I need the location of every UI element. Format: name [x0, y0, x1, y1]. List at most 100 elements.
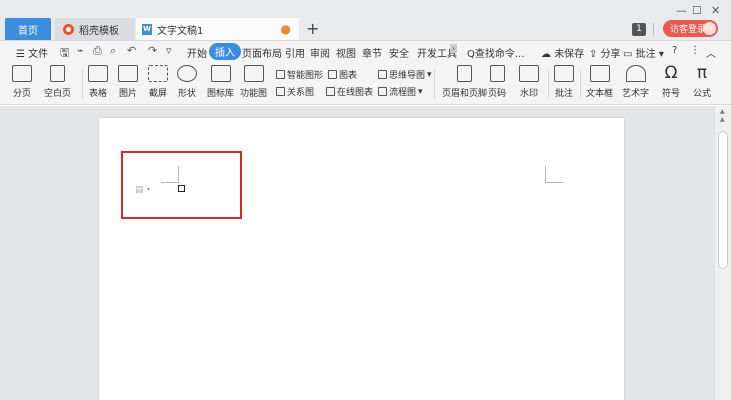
shape-label: 形状 — [177, 89, 196, 99]
blank-page-button[interactable]: 空白页 — [44, 65, 71, 99]
picture-button[interactable]: 图片 — [118, 65, 138, 99]
margin-corner-mark — [545, 182, 563, 183]
print-preview-icon[interactable]: ⌕ — [110, 44, 116, 58]
search-command[interactable]: Q查找命令... — [467, 45, 524, 60]
pi-icon: π — [696, 63, 708, 83]
new-tab-button[interactable]: + — [306, 19, 319, 38]
undo-icon[interactable]: ↶ — [127, 44, 136, 57]
chart-label: 图表 — [339, 71, 358, 81]
header-footer-label: 页眉和页脚 — [442, 89, 488, 99]
blank-page-icon — [50, 65, 65, 82]
tab-templates[interactable]: 稻壳模板 — [55, 18, 135, 40]
symbol-button[interactable]: Ω 符号 — [661, 63, 681, 100]
online-chart-button[interactable]: 在线图表 — [326, 85, 373, 98]
smart-art-button[interactable]: 智能图形 — [276, 68, 323, 81]
flowchart-button[interactable]: 流程图 ▾ — [378, 85, 423, 98]
mind-map-icon — [378, 70, 387, 79]
screenshot-button[interactable]: 截屏 — [148, 65, 168, 99]
menu-item-start[interactable]: 开始 — [187, 45, 207, 60]
comment-button[interactable]: ▭ 批注 ▾ — [623, 45, 664, 60]
relation-chart-icon — [276, 87, 285, 96]
vertical-scrollbar[interactable]: ▲ ▲ — [714, 106, 731, 400]
share-button[interactable]: ⇪ 分享 — [589, 45, 621, 60]
function-chart-icon — [243, 65, 264, 82]
ribbon-divider — [580, 69, 581, 99]
online-chart-icon — [326, 87, 335, 96]
tab-home-label: 首页 — [18, 25, 38, 37]
chart-button[interactable]: 图表 — [328, 68, 357, 81]
more-icon[interactable]: ⋮ — [690, 45, 700, 56]
menu-scroll-right-icon[interactable]: › — [450, 44, 458, 53]
formula-label: 公式 — [692, 89, 711, 99]
collapse-ribbon-icon[interactable]: ︿ — [706, 45, 716, 60]
shape-icon — [177, 65, 197, 82]
comment-label: 批注 — [635, 49, 656, 60]
save-icon[interactable]: 🖫 — [60, 44, 69, 63]
menu-item-view[interactable]: 视图 — [336, 45, 356, 60]
textbox-icon — [589, 65, 610, 82]
word-art-button[interactable]: 艺术字 — [622, 65, 649, 99]
tab-document[interactable]: W 文字文稿1 ● — [136, 18, 299, 40]
relation-chart-label: 关系图 — [287, 88, 315, 98]
scroll-up-icon[interactable]: ▲ — [720, 108, 725, 115]
avatar-icon — [703, 22, 716, 35]
shape-button[interactable]: 形状 — [177, 65, 197, 99]
menu-item-chapter[interactable]: 章节 — [362, 45, 382, 60]
redo-icon[interactable]: ↷ — [148, 44, 157, 57]
symbol-label: 符号 — [661, 89, 680, 99]
textbox-label: 文本框 — [586, 89, 614, 99]
page-number-icon — [489, 65, 505, 82]
scroll-up-icon[interactable]: ▲ — [720, 116, 725, 123]
header-footer-button[interactable]: 页眉和页脚 — [442, 65, 487, 99]
comment-insert-icon — [554, 65, 574, 82]
ribbon-toolbar: 分页 空白页 表格 图片 截屏 形状 图标库 功能图 智能图形 图表 思维导图 … — [0, 63, 731, 105]
watermark-button[interactable]: 水印 — [519, 65, 539, 99]
title-bar: 首页 稻壳模板 W 文字文稿1 ● + — ☐ ✕ 1 访客登录 — [0, 0, 731, 41]
ribbon-divider — [434, 69, 435, 99]
document-icon: W — [142, 23, 152, 35]
table-button[interactable]: 表格 — [88, 65, 108, 99]
menu-item-page-layout[interactable]: 页面布局 — [242, 45, 282, 60]
close-button[interactable]: ✕ — [711, 4, 720, 17]
login-label: 访客登录 — [670, 25, 707, 35]
menu-bar: ☰ 文件 🖫 ⌁ ⎙ ⌕ ↶ ↷ ▿ 开始 插入 页面布局 引用 审阅 视图 章… — [0, 41, 731, 63]
notification-badge[interactable]: 1 — [632, 23, 646, 36]
chart-icon — [328, 70, 337, 79]
minimize-button[interactable]: — — [676, 4, 687, 17]
format-painter-icon[interactable]: ⌁ — [77, 44, 84, 57]
page-break-label: 分页 — [12, 89, 31, 99]
maximize-button[interactable]: ☐ — [692, 4, 702, 17]
menu-item-review[interactable]: 审阅 — [310, 45, 330, 60]
tab-home[interactable]: 首页 — [5, 18, 51, 40]
relation-chart-button[interactable]: 关系图 — [276, 85, 314, 98]
formula-button[interactable]: π 公式 — [692, 63, 712, 100]
menu-item-references[interactable]: 引用 — [285, 45, 305, 60]
tab-document-label: 文字文稿1 — [157, 25, 204, 37]
menu-item-security[interactable]: 安全 — [389, 45, 409, 60]
header-footer-icon — [457, 65, 472, 82]
table-label: 表格 — [88, 89, 107, 99]
unsaved-button[interactable]: ☁ 未保存 — [541, 45, 584, 60]
function-chart-button[interactable]: 功能图 — [240, 65, 267, 99]
function-chart-label: 功能图 — [240, 89, 268, 99]
page-break-button[interactable]: 分页 — [12, 65, 32, 99]
tab-templates-label: 稻壳模板 — [79, 25, 119, 37]
page-number-button[interactable]: 页码 — [488, 65, 506, 99]
table-icon — [88, 65, 108, 82]
print-icon[interactable]: ⎙ — [93, 44, 102, 58]
mind-map-button[interactable]: 思维导图 ▾ — [378, 68, 432, 81]
scrollbar-thumb[interactable] — [718, 131, 728, 269]
textbox-button[interactable]: 文本框 — [586, 65, 613, 99]
divider — [653, 23, 654, 35]
unsaved-dot-icon: ● — [280, 22, 291, 36]
document-workspace: ▤ ▾ — [0, 106, 714, 400]
customize-icon[interactable]: ▿ — [166, 44, 172, 57]
help-button[interactable]: ? — [672, 45, 677, 56]
comment-insert-button[interactable]: 批注 — [554, 65, 574, 99]
icon-library-button[interactable]: 图标库 — [207, 65, 234, 99]
highlight-box — [121, 151, 242, 219]
menu-item-insert[interactable]: 插入 — [209, 43, 241, 60]
login-button[interactable]: 访客登录 — [663, 20, 718, 37]
omega-icon: Ω — [664, 63, 678, 83]
file-menu[interactable]: ☰ 文件 — [16, 45, 48, 60]
